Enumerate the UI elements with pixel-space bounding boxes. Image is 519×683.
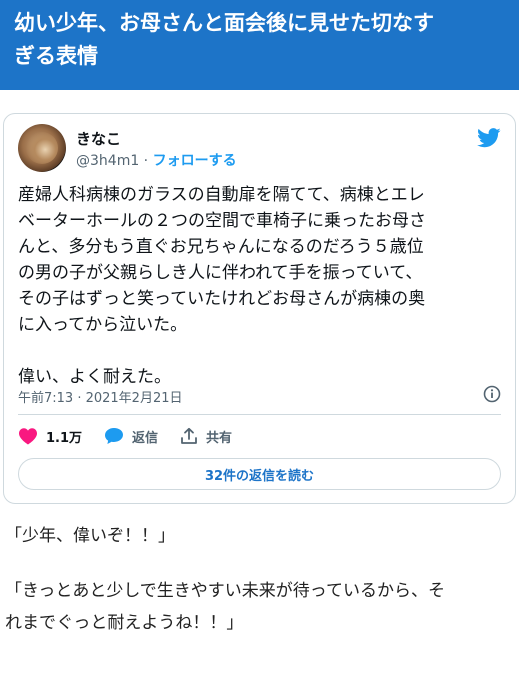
twitter-bird-icon[interactable] xyxy=(477,128,501,148)
headline-line-1: 幼い少年、お母さんと面会後に見せた切なす xyxy=(14,11,434,35)
tweet-actions: 1.1万 返信 共有 xyxy=(18,424,254,448)
share-button[interactable]: 共有 xyxy=(180,427,232,446)
tweet-body-line: 産婦人科病棟のガラスの自動扉を隔てて、病棟とエレ xyxy=(18,185,425,205)
headline-line-2: ぎる表情 xyxy=(14,44,98,68)
caption-quote-2-line-b: れまでぐっと耐えようね！！」 xyxy=(5,613,244,633)
share-label: 共有 xyxy=(206,430,233,446)
author-handle[interactable]: @3h4m1 xyxy=(76,153,139,169)
info-icon[interactable] xyxy=(483,385,501,403)
handle-separator: · xyxy=(139,153,153,169)
author-name[interactable]: きなこ xyxy=(76,128,121,149)
avatar[interactable] xyxy=(18,124,66,172)
tweet-body-line: の男の子が父親らしき人に伴われて手を振っていて、 xyxy=(18,263,423,283)
read-replies-button[interactable]: 32件の返信を読む xyxy=(18,458,501,490)
heart-icon xyxy=(19,428,37,445)
tweet-body-line: その子はずっと笑っていたけれどお母さんが病棟の奥 xyxy=(18,289,426,309)
tweet-body-line: に入ってから泣いた。 xyxy=(18,315,188,335)
share-icon xyxy=(181,427,197,444)
tweet-timestamp[interactable]: 午前7:13 · 2021年2月21日 xyxy=(18,387,183,406)
follow-link[interactable]: フォローする xyxy=(153,153,237,169)
caption-quote-2-line-a: 「きっとあと少しで生きやすい未来が待っているから、そ xyxy=(5,581,445,601)
tweet-body-line: んと、多分もう直ぐお兄ちゃんになるのだろう５歳位 xyxy=(18,237,424,257)
caption-quote-1: 「少年、偉いぞ！！」 xyxy=(5,526,175,546)
tweet-body: 産婦人科病棟のガラスの自動扉を隔てて、病棟とエレ ベーターホールの２つの空間で車… xyxy=(18,182,506,390)
reply-label: 返信 xyxy=(132,430,159,446)
handle-row: @3h4m1 · フォローする xyxy=(76,150,237,170)
reply-button[interactable]: 返信 xyxy=(104,427,158,446)
reply-bubble-icon xyxy=(105,428,124,444)
like-count: 1.1万 xyxy=(46,430,83,446)
caption-quote-2: 「きっとあと少しで生きやすい未来が待っているから、そ れまでぐっと耐えようね！！… xyxy=(5,575,519,639)
like-button[interactable]: 1.1万 xyxy=(18,427,82,446)
embedded-tweet-card[interactable]: きなこ @3h4m1 · フォローする 産婦人科病棟のガラスの自動扉を隔てて、病… xyxy=(3,113,516,504)
article-headline: 幼い少年、お母さんと面会後に見せた切なす ぎる表情 xyxy=(0,0,519,90)
divider xyxy=(18,414,501,415)
tweet-body-line: ベーターホールの２つの空間で車椅子に乗ったお母さ xyxy=(18,211,426,231)
